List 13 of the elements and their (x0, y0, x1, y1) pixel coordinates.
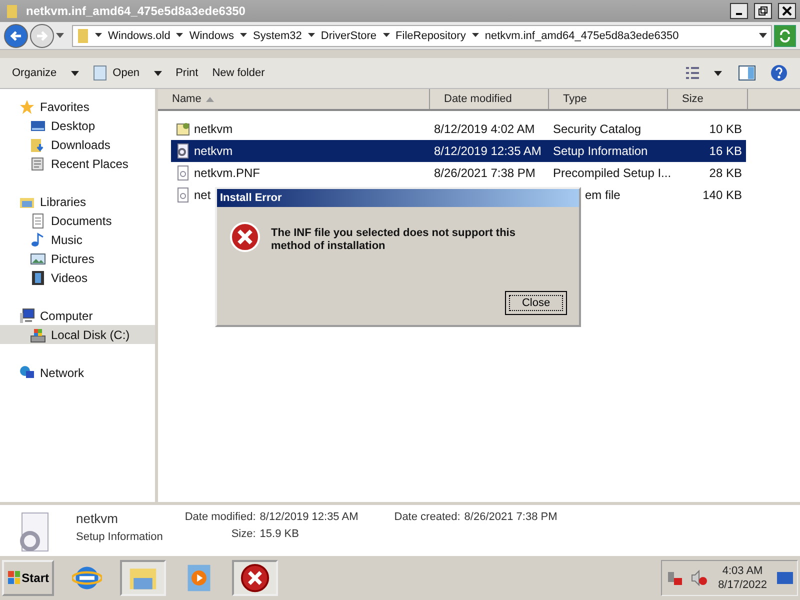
dialog-title: Install Error (217, 189, 579, 207)
clock-date: 8/17/2022 (718, 579, 767, 591)
error-message: The INF file you selected does not support this method of installation (271, 227, 516, 254)
field-value: 8/26/2021 7:38 PM (464, 511, 558, 523)
file-type: Setup Information (76, 531, 163, 543)
clock-time: 4:03 AM (722, 565, 763, 577)
field-value: 15.9 KB (260, 528, 300, 540)
file-name: netkvm (76, 511, 119, 526)
field-label: Size: (231, 528, 256, 540)
field-label: Date created: (394, 511, 460, 523)
field-value: 8/12/2019 12:35 AM (260, 511, 358, 523)
window-title: netkvm.inf_amd64_475e5d8a3ede6350 (26, 4, 246, 18)
field-label: Date modified: (184, 511, 256, 523)
